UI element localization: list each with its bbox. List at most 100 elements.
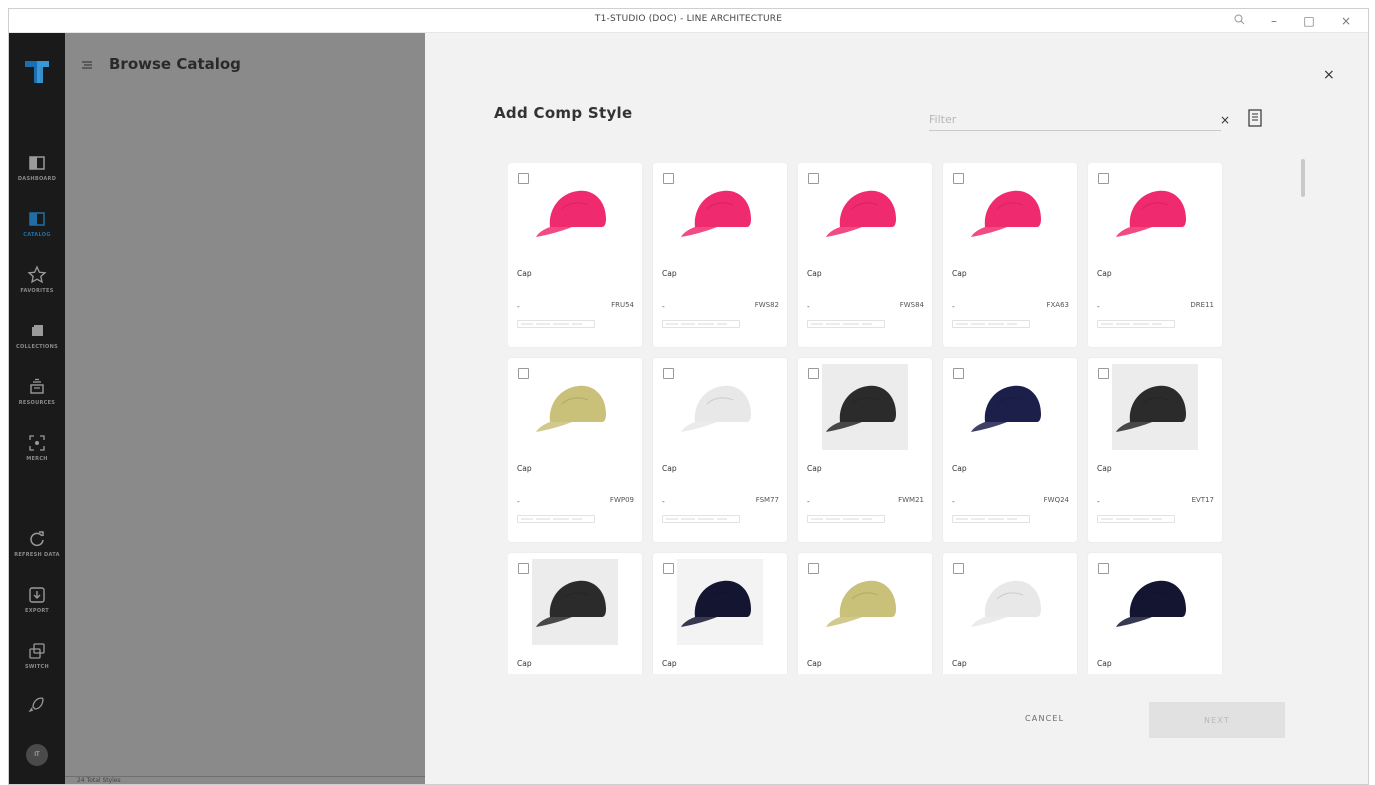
style-card[interactable]: Cap - FWQ24: [943, 358, 1077, 542]
merch-icon: [29, 435, 45, 451]
style-card[interactable]: Cap - FWP09: [508, 358, 642, 542]
style-code: FXA63: [1046, 301, 1069, 309]
style-code: FWS82: [754, 301, 779, 309]
style-code: FRU54: [611, 301, 634, 309]
select-checkbox[interactable]: [518, 563, 529, 574]
select-checkbox[interactable]: [953, 368, 964, 379]
style-subtitle: -: [807, 497, 810, 506]
style-name: Cap: [1097, 659, 1112, 668]
sidebar-item-favorites[interactable]: FAVORITES: [9, 264, 65, 314]
style-name: Cap: [517, 269, 532, 278]
document-filter-icon[interactable]: [1248, 109, 1262, 127]
style-name: Cap: [952, 464, 967, 473]
browse-footer: 24 Total Styles: [65, 776, 425, 784]
cap-thumbnail: [1116, 580, 1186, 627]
sidebar-item-export[interactable]: EXPORT: [9, 584, 65, 634]
style-tags: [517, 515, 595, 523]
style-card[interactable]: Cap: [798, 553, 932, 674]
style-name: Cap: [1097, 464, 1112, 473]
grid-scrollbar[interactable]: [1301, 159, 1305, 197]
style-subtitle: -: [517, 497, 520, 506]
sidebar-item-merch[interactable]: MERCH: [9, 432, 65, 482]
style-tags: [1097, 320, 1175, 328]
select-checkbox[interactable]: [808, 173, 819, 184]
cancel-button[interactable]: CANCEL: [1025, 714, 1064, 723]
style-name: Cap: [662, 464, 677, 473]
style-tags: [807, 515, 885, 523]
sidebar-item-dashboard[interactable]: DASHBOARD: [9, 152, 65, 202]
style-card[interactable]: Cap: [508, 553, 642, 674]
rocket-icon: [28, 697, 44, 713]
style-tags: [952, 515, 1030, 523]
select-checkbox[interactable]: [808, 563, 819, 574]
sidebar-item-label: REFRESH DATA: [14, 552, 60, 558]
cap-thumbnail: [536, 190, 606, 237]
style-subtitle: -: [662, 497, 665, 506]
next-button[interactable]: NEXT: [1149, 702, 1285, 738]
sidebar-item-resources[interactable]: RESOURCES: [9, 376, 65, 426]
style-code: FWQ24: [1043, 496, 1069, 504]
select-checkbox[interactable]: [518, 173, 529, 184]
menu-icon[interactable]: [81, 59, 93, 71]
style-subtitle: -: [517, 302, 520, 311]
sidebar-item-catalog[interactable]: CATALOG: [9, 208, 65, 258]
window-title: T1-STUDIO (DOC) - LINE ARCHITECTURE: [594, 14, 783, 24]
cap-thumbnail: [681, 385, 751, 432]
style-name: Cap: [662, 269, 677, 278]
style-card[interactable]: Cap: [1088, 553, 1222, 674]
sidebar-item-switch[interactable]: SWITCH: [9, 640, 65, 690]
style-card[interactable]: Cap - FRU54: [508, 163, 642, 347]
style-tags: [517, 320, 595, 328]
sidebar-item-collections[interactable]: COLLECTIONS: [9, 320, 65, 370]
cap-thumbnail: [1116, 190, 1186, 237]
app-logo-icon[interactable]: [23, 59, 51, 85]
sidebar-item-label: DASHBOARD: [17, 176, 57, 182]
avatar[interactable]: IT: [26, 744, 48, 766]
style-subtitle: -: [807, 302, 810, 311]
select-checkbox[interactable]: [663, 563, 674, 574]
style-card[interactable]: Cap: [943, 553, 1077, 674]
cap-thumbnail: [971, 385, 1041, 432]
select-checkbox[interactable]: [663, 368, 674, 379]
catalog-icon: [29, 212, 45, 226]
style-card[interactable]: Cap: [653, 553, 787, 674]
select-checkbox[interactable]: [808, 368, 819, 379]
select-checkbox[interactable]: [663, 173, 674, 184]
select-checkbox[interactable]: [1098, 173, 1109, 184]
search-icon[interactable]: [1224, 12, 1254, 30]
style-subtitle: -: [1097, 497, 1100, 506]
dialog-close-icon[interactable]: ×: [1323, 67, 1335, 83]
style-card[interactable]: Cap - FWS84: [798, 163, 932, 347]
style-code: FWM21: [898, 496, 924, 504]
filter-input[interactable]: [929, 109, 1221, 131]
select-checkbox[interactable]: [953, 173, 964, 184]
style-code: FSM77: [755, 496, 779, 504]
minimize-icon[interactable]: –: [1259, 12, 1289, 30]
select-checkbox[interactable]: [1098, 563, 1109, 574]
style-card[interactable]: Cap - FXA63: [943, 163, 1077, 347]
style-grid: Cap - FRU54 Cap - FWS82 Cap - FWS84 Cap - FXA63 Cap -…: [508, 163, 1233, 674]
style-code: DRE11: [1190, 301, 1214, 309]
style-tags: [1097, 515, 1175, 523]
browse-catalog-pane: Browse Catalog 24 Total Styles: [65, 33, 425, 784]
style-card[interactable]: Cap - EVT17: [1088, 358, 1222, 542]
total-styles-label: 24 Total Styles: [77, 777, 121, 784]
sidebar-item-launch[interactable]: [9, 693, 65, 743]
star-icon: [27, 265, 47, 284]
style-subtitle: -: [1097, 302, 1100, 311]
maximize-icon[interactable]: □: [1294, 12, 1324, 30]
close-icon[interactable]: ×: [1331, 12, 1361, 30]
cap-thumbnail: [826, 580, 896, 627]
collections-icon: [32, 325, 43, 336]
clear-filter-icon[interactable]: ×: [1220, 113, 1230, 127]
style-card[interactable]: Cap - FWM21: [798, 358, 932, 542]
sidebar: DASHBOARD CATALOG FAVORITES COLLECTIONS RESO…: [9, 33, 65, 784]
select-checkbox[interactable]: [1098, 368, 1109, 379]
sidebar-item-refresh-data[interactable]: REFRESH DATA: [9, 528, 65, 578]
dashboard-icon: [29, 156, 45, 170]
select-checkbox[interactable]: [518, 368, 529, 379]
style-card[interactable]: Cap - FSM77: [653, 358, 787, 542]
style-card[interactable]: Cap - FWS82: [653, 163, 787, 347]
select-checkbox[interactable]: [953, 563, 964, 574]
style-card[interactable]: Cap - DRE11: [1088, 163, 1222, 347]
